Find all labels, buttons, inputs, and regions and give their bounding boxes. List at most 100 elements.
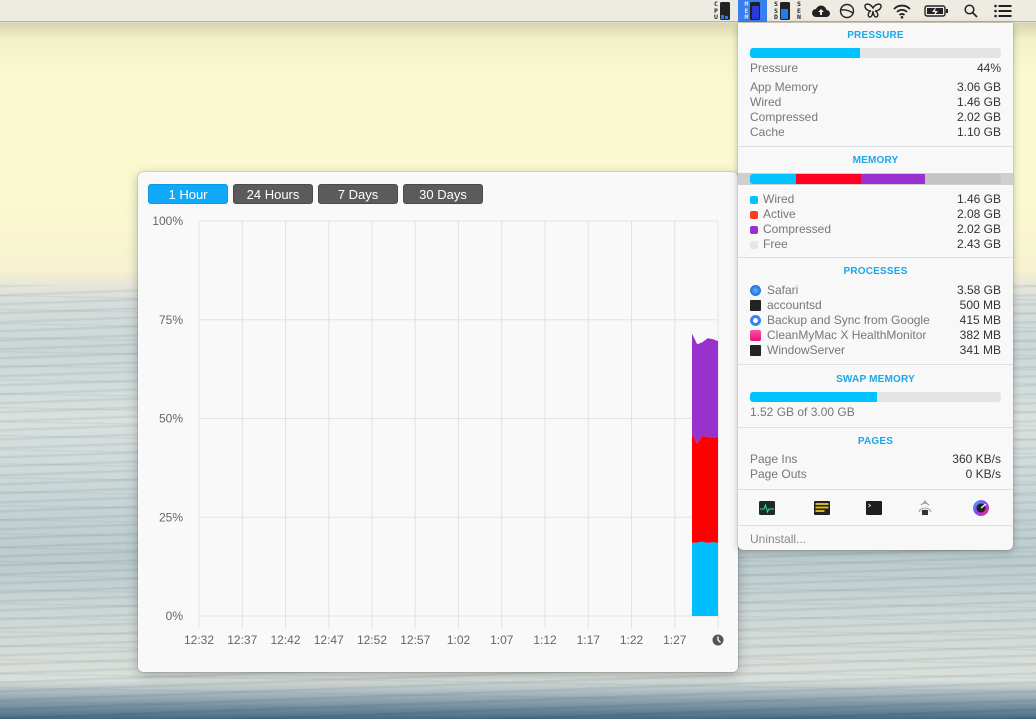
memory-wired-row: Wired 1.46 GB: [750, 192, 1001, 207]
istat-menus-icon[interactable]: [972, 499, 990, 517]
pressure-title: PRESSURE: [847, 30, 904, 41]
memory-title: MEMORY: [852, 155, 899, 166]
cpu-label: CPU: [714, 0, 718, 22]
process-memory: 341 MB: [959, 343, 1001, 357]
process-memory: 3.58 GB: [956, 283, 1001, 297]
menu-bar: CPU MEM SSD SEN: [0, 0, 1036, 22]
menubar-cpu[interactable]: CPU: [709, 0, 735, 22]
compressed-swatch: [750, 225, 758, 234]
google-backup-icon: [750, 315, 761, 326]
page-outs-row: Page Outs 0 KB/s: [750, 467, 1001, 482]
menubar-sensors[interactable]: SEN: [794, 0, 804, 22]
sensors-icon: SEN: [797, 0, 801, 22]
clock-icon[interactable]: [712, 634, 724, 646]
memory-bar-segments: [750, 174, 1001, 184]
process-name: Backup and Sync from Google: [767, 313, 930, 327]
process-memory: 382 MB: [959, 328, 1001, 342]
ssd-label: SSD: [774, 0, 778, 22]
wifi-icon[interactable]: [891, 0, 913, 22]
memory-segment-active: [795, 174, 862, 184]
memory-compressed-row: Compressed 2.02 GB: [750, 222, 1001, 237]
terminal-icon[interactable]: [865, 499, 883, 517]
cloud-upload-icon[interactable]: [810, 0, 832, 22]
x-axis-ticks: 12:32 12:37 12:42 12:47 12:52 12:57 1:02 1:07 1:…: [184, 633, 687, 647]
swap-title: SWAP MEMORY: [836, 374, 915, 385]
process-name: CleanMyMac X HealthMonitor: [767, 328, 927, 342]
pressure-bar-fill: [750, 48, 861, 58]
circle-status-icon[interactable]: [837, 0, 857, 22]
active-swatch: [750, 210, 758, 219]
uninstall-button[interactable]: Uninstall...: [750, 532, 806, 546]
cleanmymac-icon: [750, 330, 761, 341]
memory-bar: [738, 173, 1013, 185]
row-label: Compressed: [763, 222, 832, 236]
process-memory: 415 MB: [959, 313, 1001, 327]
pages-section: PAGES Page Ins 360 KB/s Page Outs 0 KB/s: [738, 428, 1013, 490]
x-tick-label: 1:17: [577, 633, 601, 647]
memory-section: MEMORY Wired 1.46 GB Active 2.08 GB Comp…: [738, 147, 1013, 258]
console-icon[interactable]: [813, 499, 831, 517]
activity-monitor-icon[interactable]: [758, 499, 776, 517]
swap-usage-row: 1.52 GB of 3.00 GB: [750, 405, 1001, 420]
pressure-row: Pressure 44%: [750, 61, 1001, 76]
search-icon[interactable]: [962, 0, 980, 22]
battery-charging-icon[interactable]: [924, 0, 950, 22]
process-name: Safari: [767, 283, 799, 297]
compressed-row: Compressed 2.02 GB: [750, 110, 1001, 125]
x-tick-label: 1:27: [663, 633, 687, 647]
quick-launch-toolbar: [738, 490, 1013, 526]
menubar-mem[interactable]: MEM: [738, 0, 767, 22]
system-information-icon[interactable]: [916, 499, 934, 517]
x-tick-label: 12:52: [357, 633, 387, 647]
cache-row: Cache 1.10 GB: [750, 125, 1001, 140]
memory-active-row: Active 2.08 GB: [750, 207, 1001, 222]
y-tick-label: 75%: [159, 313, 183, 327]
terminal-exec-icon: [750, 345, 761, 356]
row-value: 2.02 GB: [956, 222, 1001, 236]
menubar-ssd[interactable]: SSD: [770, 0, 794, 22]
x-tick-label: 1:07: [490, 633, 514, 647]
area-wired: [692, 541, 718, 616]
mem-label: MEM: [744, 0, 749, 22]
row-value: 2.08 GB: [956, 207, 1001, 221]
process-row[interactable]: Backup and Sync from Google 415 MB: [750, 313, 1001, 328]
chart-grid: [198, 220, 719, 628]
chart-areas: [692, 333, 718, 616]
process-row[interactable]: CleanMyMac X HealthMonitor 382 MB: [750, 328, 1001, 343]
memory-segment-wired: [750, 174, 796, 184]
pressure-bar: [750, 48, 1001, 58]
memory-free-row: Free 2.43 GB: [750, 237, 1001, 252]
butterfly-icon[interactable]: [862, 0, 884, 22]
x-tick-label: 1:02: [447, 633, 471, 647]
row-label: Cache: [750, 125, 785, 139]
safari-icon: [750, 285, 761, 296]
area-compressed: [692, 333, 718, 444]
process-name: WindowServer: [767, 343, 846, 357]
app-memory-row: App Memory 3.06 GB: [750, 80, 1001, 95]
cpu-gauge-icon: [719, 2, 730, 20]
process-row[interactable]: WindowServer 341 MB: [750, 343, 1001, 358]
swap-bar-fill: [750, 392, 878, 402]
y-tick-label: 0%: [166, 609, 184, 623]
y-tick-label: 100%: [152, 214, 183, 228]
row-label: Wired: [750, 95, 782, 109]
list-icon[interactable]: [993, 0, 1013, 22]
row-value: 1.46 GB: [956, 192, 1001, 206]
pressure-section: PRESSURE Pressure 44% App Memory 3.06 GB…: [738, 23, 1013, 147]
free-swatch: [750, 240, 758, 249]
row-label: Wired: [763, 192, 795, 206]
process-row[interactable]: accountsd 500 MB: [750, 298, 1001, 313]
process-row[interactable]: Safari 3.58 GB: [750, 283, 1001, 298]
row-value: 3.06 GB: [956, 80, 1001, 94]
row-value: 1.46 GB: [956, 95, 1001, 109]
row-label: Page Outs: [750, 467, 807, 481]
memory-history-window: 1 Hour 24 Hours 7 Days 30 Days 0% 25% 50% 7…: [138, 172, 738, 672]
row-value: 44%: [976, 61, 1001, 75]
row-value: 1.10 GB: [956, 125, 1001, 139]
memory-segment-compressed: [861, 174, 925, 184]
swap-bar: [750, 392, 1001, 402]
memory-history-chart: 0% 25% 50% 75% 100% 12:32 12:37 12:42 12:47 12:5…: [152, 214, 724, 647]
wired-swatch: [750, 195, 758, 204]
row-value: 360 KB/s: [952, 452, 1001, 466]
row-label: Page Ins: [750, 452, 798, 466]
